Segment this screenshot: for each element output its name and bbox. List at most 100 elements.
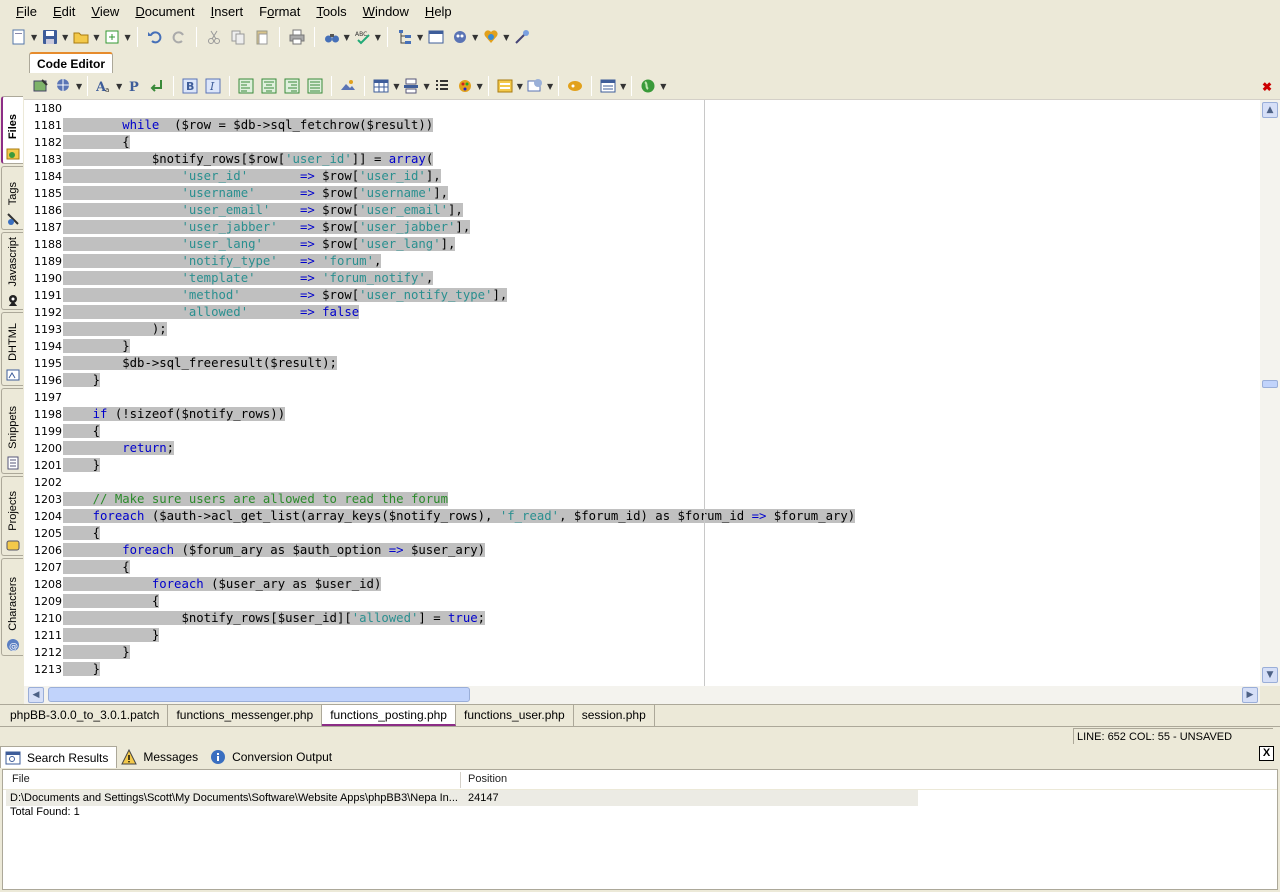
template-button[interactable]: ▼ (101, 26, 131, 48)
scroll-left-button[interactable]: ◀ (28, 687, 44, 703)
code-line[interactable]: foreach ($user_ary as $user_id) (63, 576, 1260, 593)
document-tab[interactable]: phpBB-3.0.0_to_3.0.1.patch (2, 705, 169, 726)
code-line[interactable]: while ($row = $db->sql_fetchrow($result)… (63, 117, 1260, 134)
document-tab[interactable]: functions_messenger.php (168, 705, 323, 726)
code-line[interactable]: return; (63, 440, 1260, 457)
code-line[interactable]: $notify_rows[$user_id]['allowed'] = true… (63, 610, 1260, 627)
table-button[interactable]: ▼ (370, 75, 399, 97)
menu-view[interactable]: View (83, 0, 127, 23)
save-button[interactable]: ▼ (39, 26, 68, 48)
horizontal-rule-button[interactable]: ▼ (400, 75, 430, 97)
tab-messages[interactable]: Messages (117, 746, 206, 768)
code-line[interactable]: 'notify_type' => 'forum', (63, 253, 1260, 270)
cut-button[interactable] (203, 26, 225, 48)
code-line[interactable]: $db->sql_freeresult($result); (63, 355, 1260, 372)
code-line[interactable]: } (63, 457, 1260, 474)
align-center-button[interactable] (258, 75, 280, 97)
code-line[interactable]: { (63, 525, 1260, 542)
close-panel-button[interactable]: X (1259, 746, 1274, 761)
code-line[interactable] (63, 389, 1260, 406)
browser-preview-button[interactable]: ▼ (480, 26, 509, 48)
find-button[interactable]: ▼ (321, 26, 350, 48)
insert-object-button[interactable]: ▼ (53, 75, 82, 97)
document-tab[interactable]: functions_user.php (456, 705, 574, 726)
vertical-scroll-thumb[interactable] (1262, 380, 1278, 388)
redo-button[interactable] (168, 26, 190, 48)
code-line[interactable]: { (63, 423, 1260, 440)
code-line[interactable]: 'allowed' => false (63, 304, 1260, 321)
horizontal-scrollbar[interactable]: ◀ ▶ (24, 686, 1260, 704)
vertical-scrollbar[interactable]: ▲ ▼ (1260, 100, 1280, 686)
code-line[interactable]: ); (63, 321, 1260, 338)
paragraph-button[interactable]: P (123, 75, 145, 97)
open-button[interactable]: ▼ (70, 26, 99, 48)
italic-button[interactable]: I (202, 75, 224, 97)
code-line[interactable]: } (63, 644, 1260, 661)
quick-edit-button[interactable] (30, 75, 52, 97)
code-line[interactable]: { (63, 593, 1260, 610)
horizontal-scroll-thumb[interactable] (48, 687, 470, 702)
menu-edit[interactable]: Edit (45, 0, 83, 23)
menu-insert[interactable]: Insert (203, 0, 252, 23)
justify-button[interactable] (304, 75, 326, 97)
side-tab-tags[interactable]: Tags (1, 166, 23, 230)
print-button[interactable] (286, 26, 308, 48)
validate-button[interactable]: ▼ (449, 26, 478, 48)
align-right-button[interactable] (281, 75, 303, 97)
preview-button[interactable] (425, 26, 447, 48)
scroll-right-button[interactable]: ▶ (1242, 687, 1258, 703)
code-line[interactable] (63, 100, 1260, 117)
code-line[interactable]: foreach ($auth->acl_get_list(array_keys(… (63, 508, 1260, 525)
column-header-position[interactable]: Position (468, 773, 507, 785)
line-break-button[interactable] (146, 75, 168, 97)
new-document-button[interactable]: ▼ (8, 26, 37, 48)
table-row[interactable]: D:\Documents and Settings\Scott\My Docum… (6, 790, 918, 806)
font-button[interactable]: Aa ▼ (93, 75, 122, 97)
view-button[interactable]: ▼ (597, 75, 626, 97)
column-divider[interactable] (460, 772, 461, 788)
code-line[interactable]: // Make sure users are allowed to read t… (63, 491, 1260, 508)
code-line[interactable]: $notify_rows[$row['user_id']] = array( (63, 151, 1260, 168)
side-tab-snippets[interactable]: Snippets (1, 388, 23, 474)
document-tab[interactable]: session.php (574, 705, 655, 726)
menu-document[interactable]: Document (127, 0, 202, 23)
code-line[interactable]: 'username' => $row['username'], (63, 185, 1260, 202)
tab-conversion-output[interactable]: Conversion Output (206, 746, 340, 768)
code-line[interactable]: } (63, 661, 1260, 678)
tab-code-editor[interactable]: Code Editor (29, 52, 113, 73)
code-line[interactable]: { (63, 559, 1260, 576)
bold-button[interactable]: B (179, 75, 201, 97)
column-header-file[interactable]: File (12, 773, 30, 785)
code-line[interactable]: 'user_lang' => $row['user_lang'], (63, 236, 1260, 253)
side-tab-characters[interactable]: Characters @ (1, 558, 23, 656)
code-editor[interactable]: 1180 1181 1182 1183 1184 1185 1186 1187 1188 1189… (24, 100, 1260, 686)
wizard-button[interactable] (511, 26, 533, 48)
scroll-down-button[interactable]: ▼ (1262, 667, 1278, 683)
tab-search-results[interactable]: Search Results (0, 746, 118, 768)
code-line[interactable]: 'template' => 'forum_notify', (63, 270, 1260, 287)
scroll-up-button[interactable]: ▲ (1262, 102, 1278, 118)
code-line[interactable]: 'method' => $row['user_notify_type'], (63, 287, 1260, 304)
side-tab-projects[interactable]: Projects (1, 476, 23, 556)
menu-help[interactable]: Help (417, 0, 460, 23)
insert-image-button[interactable] (337, 75, 359, 97)
side-tab-javascript[interactable]: Javascript (1, 232, 23, 310)
menu-window[interactable]: Window (355, 0, 417, 23)
side-tab-dhtml[interactable]: DHTML (1, 312, 23, 386)
form-button[interactable]: ▼ (494, 75, 523, 97)
menu-file[interactable]: File (8, 0, 45, 23)
align-left-button[interactable] (235, 75, 257, 97)
paste-button[interactable] (251, 26, 273, 48)
tag-inspector-button[interactable]: ▼ (394, 26, 423, 48)
color-button[interactable]: ▼ (454, 75, 483, 97)
copy-button[interactable] (227, 26, 249, 48)
code-line[interactable]: 'user_email' => $row['user_email'], (63, 202, 1260, 219)
menu-tools[interactable]: Tools (308, 0, 354, 23)
browser-button[interactable]: ▼ (637, 75, 666, 97)
document-tab[interactable]: functions_posting.php (322, 705, 456, 726)
code-line[interactable]: foreach ($forum_ary as $auth_option => $… (63, 542, 1260, 559)
code-line[interactable]: { (63, 134, 1260, 151)
css-button[interactable] (564, 75, 586, 97)
code-line[interactable]: 'user_jabber' => $row['user_jabber'], (63, 219, 1260, 236)
code-line[interactable]: } (63, 338, 1260, 355)
